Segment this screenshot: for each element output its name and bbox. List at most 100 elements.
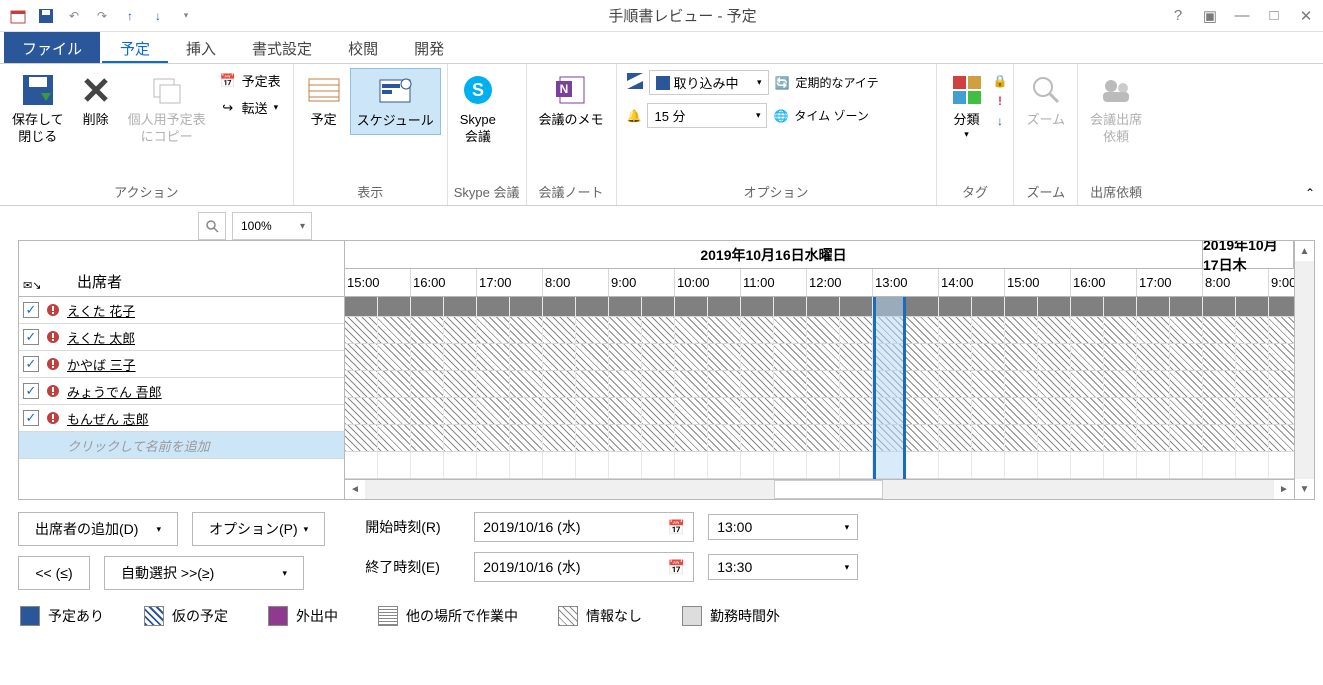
start-date-field[interactable]: 2019/10/16 (水) 📅 [474,512,694,542]
redo-icon[interactable]: ↷ [92,6,112,26]
timezone-icon: 🌐 [773,109,788,123]
save-close-button[interactable]: 保存して 閉じる [6,68,70,150]
auto-select-button[interactable]: 自動選択 >>(≥) ▾ [104,556,304,590]
timeline-row[interactable] [345,371,1294,398]
attendee-name[interactable]: えくた 花子 [67,301,135,320]
vertical-scrollbar[interactable]: ▲ ▼ [1294,241,1314,499]
end-time-field[interactable]: 13:30 ▾ [708,554,858,580]
tab-insert[interactable]: 挿入 [168,32,234,63]
scheduling-view-button[interactable]: スケジュール [350,68,441,135]
undo-icon[interactable]: ↶ [64,6,84,26]
prev-item-icon[interactable]: ↑ [120,6,140,26]
timeline-row[interactable] [345,452,1294,479]
qat-dropdown-icon[interactable]: ▾ [176,6,196,26]
calendar-table-button[interactable]: 📅 予定表 [214,68,287,93]
high-importance-icon[interactable]: ! [998,94,1002,108]
show-as-select[interactable]: 取り込み中 ▾ [649,70,769,95]
attendee-checkbox[interactable]: ✓ [23,302,39,318]
selection-band[interactable] [873,297,906,479]
add-attendee-row[interactable]: クリックして名前を追加 [19,432,344,459]
zoom-button[interactable]: ズーム [1020,68,1071,133]
required-icon[interactable] [45,302,61,318]
forward-button[interactable]: ↪ 転送 ▾ [214,95,287,120]
scroll-right-icon[interactable]: ► [1274,480,1294,499]
invite-attendees-button[interactable]: 会議出席 依頼 [1084,68,1148,150]
timeline-row[interactable] [345,344,1294,371]
hour-header: 17:00 [477,269,543,296]
required-icon[interactable] [45,329,61,345]
send-icon[interactable]: ✉↘ [23,279,41,292]
attendee-row[interactable]: ✓ かやば 三子 [19,351,344,378]
timeline-row[interactable] [345,317,1294,344]
attendee-row[interactable]: ✓ もんぜん 志郎 [19,405,344,432]
restore-icon[interactable]: ▣ [1201,7,1219,25]
zoom-select[interactable]: 100% [232,212,312,240]
attendee-checkbox[interactable]: ✓ [23,410,39,426]
legend-elsewhere: 他の場所で作業中 [406,606,518,626]
required-icon[interactable] [45,410,61,426]
timezone-label[interactable]: タイム ゾーン [794,107,869,124]
attendee-row[interactable]: ✓ みょうでん 吾郎 [19,378,344,405]
attendee-checkbox[interactable]: ✓ [23,356,39,372]
prev-slot-button[interactable]: << (≤) [18,556,90,590]
help-icon[interactable]: ? [1169,7,1187,25]
collapse-ribbon-icon[interactable]: ⌃ [1305,186,1315,200]
calendar-picker-icon[interactable]: 📅 [668,519,685,536]
end-date-field[interactable]: 2019/10/16 (水) 📅 [474,552,694,582]
zoom-value: 100% [241,219,272,233]
add-attendees-button[interactable]: 出席者の追加(D) ▾ [18,512,178,546]
next-item-icon[interactable]: ↓ [148,6,168,26]
attendee-name[interactable]: えくた 太郎 [67,328,135,347]
hour-header: 14:00 [939,269,1005,296]
legend-offwork: 勤務時間外 [710,606,780,626]
tab-file[interactable]: ファイル [4,32,100,63]
meeting-notes-button[interactable]: N 会議のメモ [533,68,610,133]
attendee-checkbox[interactable]: ✓ [23,383,39,399]
timeline[interactable]: 2019年10月16日水曜日2019年10月17日木 15:0016:0017:… [345,241,1294,499]
hour-header: 15:00 [1005,269,1071,296]
chevron-down-icon: ▾ [757,77,762,88]
required-icon[interactable] [45,383,61,399]
reminder-select[interactable]: 15 分 ▾ [647,103,767,128]
attendee-checkbox[interactable]: ✓ [23,329,39,345]
calendar-icon[interactable] [8,6,28,26]
hour-header: 17:00 [1137,269,1203,296]
low-importance-icon[interactable]: ↓ [997,114,1003,128]
required-icon[interactable] [45,356,61,372]
scroll-left-icon[interactable]: ◄ [345,480,365,499]
copy-calendar-button[interactable]: 個人用予定表 にコピー [122,68,212,150]
close-icon[interactable]: ✕ [1297,7,1315,25]
attendee-row[interactable]: ✓ えくた 花子 [19,297,344,324]
save-icon[interactable] [36,6,56,26]
skype-meeting-button[interactable]: S Skype 会議 [454,68,502,150]
scheduling-grid: ✉↘ 出席者 ✓ えくた 花子 ✓ えくた 太郎 ✓ かやば 三子 ✓ みょうで… [18,240,1315,500]
group-skype-label: Skype 会議 [454,180,520,203]
minimize-icon[interactable]: — [1233,7,1251,25]
categorize-button[interactable]: 分類 ▾ [943,68,991,145]
delete-button[interactable]: 削除 [72,68,120,133]
hscroll-thumb[interactable] [774,480,883,499]
attendee-row[interactable]: ✓ えくた 太郎 [19,324,344,351]
timeline-row[interactable] [345,297,1294,317]
tab-developer[interactable]: 開発 [396,32,462,63]
calendar-table-icon: 📅 [220,73,236,89]
scroll-up-icon[interactable]: ▲ [1295,241,1314,261]
timeline-row[interactable] [345,398,1294,425]
tab-format[interactable]: 書式設定 [234,32,330,63]
attendee-name[interactable]: もんぜん 志郎 [67,409,149,428]
room-finder-button[interactable] [198,212,226,240]
private-icon[interactable]: 🔒 [993,74,1008,88]
attendee-name[interactable]: みょうでん 吾郎 [67,382,162,401]
horizontal-scrollbar[interactable]: ◄ ► [345,479,1294,499]
attendee-name[interactable]: かやば 三子 [67,355,136,374]
tab-review[interactable]: 校閲 [330,32,396,63]
timeline-row[interactable] [345,425,1294,452]
options-button[interactable]: オプション(P) ▾ [192,512,325,546]
recurrence-label[interactable]: 定期的なアイテ [795,74,878,91]
maximize-icon[interactable]: □ [1265,7,1283,25]
appointment-view-button[interactable]: 予定 [300,68,348,133]
calendar-picker-icon[interactable]: 📅 [668,559,685,576]
scroll-down-icon[interactable]: ▼ [1295,479,1314,499]
tab-appointment[interactable]: 予定 [102,32,168,63]
start-time-field[interactable]: 13:00 ▾ [708,514,858,540]
